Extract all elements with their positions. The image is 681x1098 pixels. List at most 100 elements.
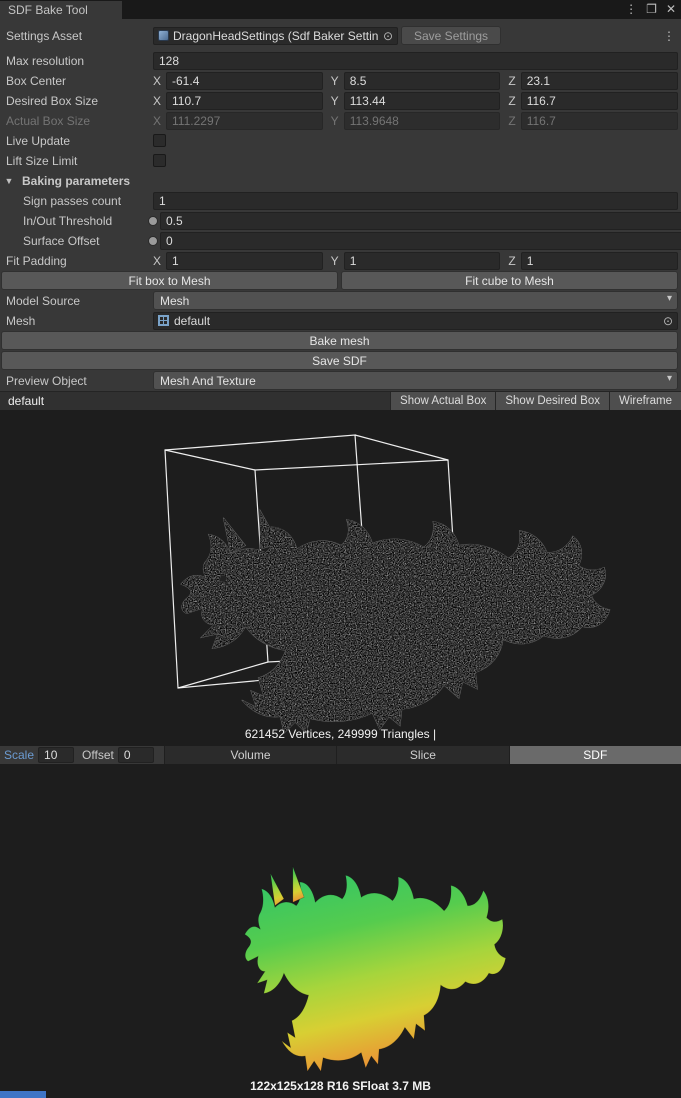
fit-cube-to-mesh-button[interactable]: Fit cube to Mesh (341, 271, 678, 290)
in-out-threshold-label: In/Out Threshold (1, 214, 153, 228)
settings-asset-icon (158, 30, 169, 41)
chevron-down-icon: ▾ (667, 293, 672, 304)
mesh-stats-text: 621452 Vertices, 249999 Triangles | (0, 727, 681, 741)
dragon-sdf (245, 867, 506, 1071)
sign-passes-count-row: Sign passes count (1, 191, 678, 210)
surface-offset-label: Surface Offset (1, 234, 153, 248)
model-source-dropdown[interactable]: Mesh ▾ (153, 291, 678, 310)
sdf-stats-text: 122x125x128 R16 SFloat 3.7 MB (0, 1079, 681, 1093)
maximize-icon[interactable]: ❐ (646, 2, 657, 17)
preview-object-value: Mesh And Texture (160, 374, 256, 388)
sign-passes-count-input[interactable] (153, 192, 678, 210)
mesh-preview-canvas (0, 410, 681, 746)
bake-mesh-row: Bake mesh (1, 331, 678, 350)
save-settings-button[interactable]: Save Settings (401, 26, 501, 45)
tab-volume[interactable]: Volume (164, 746, 336, 764)
show-actual-box-button[interactable]: Show Actual Box (390, 392, 495, 410)
box-center-x-input[interactable] (166, 72, 323, 90)
fit-box-to-mesh-button[interactable]: Fit box to Mesh (1, 271, 338, 290)
box-center-label: Box Center (1, 74, 153, 88)
preview-object-label: Preview Object (1, 374, 153, 388)
bake-mesh-button[interactable]: Bake mesh (1, 331, 678, 350)
sign-passes-count-label: Sign passes count (1, 194, 153, 208)
lift-size-limit-row: Lift Size Limit (1, 151, 678, 170)
foldout-arrow-icon[interactable]: ▼ (1, 176, 17, 186)
settings-asset-row: Settings Asset DragonHeadSettings (Sdf B… (1, 26, 678, 45)
close-icon[interactable]: ✕ (666, 2, 676, 17)
offset-input[interactable] (118, 747, 154, 763)
x-axis-label: X (153, 114, 161, 128)
baking-parameters-foldout[interactable]: ▼ Baking parameters (1, 171, 678, 190)
fit-padding-x-input[interactable] (166, 252, 323, 270)
actual-box-size-y-field (344, 112, 501, 130)
actual-box-size-row: Actual Box Size X Y Z (1, 111, 678, 130)
mesh-row: Mesh default ⊙ (1, 311, 678, 330)
settings-kebab-icon[interactable]: ⋮ (660, 29, 678, 43)
preview-object-dropdown[interactable]: Mesh And Texture ▾ (153, 371, 678, 390)
settings-asset-field[interactable]: DragonHeadSettings (Sdf Baker Settin ⊙ (153, 27, 398, 45)
fit-padding-z-input[interactable] (521, 252, 678, 270)
max-resolution-label: Max resolution (1, 54, 153, 68)
desired-box-size-y-input[interactable] (344, 92, 501, 110)
desired-box-size-x-input[interactable] (166, 92, 323, 110)
progress-strip (0, 1091, 46, 1098)
show-desired-box-button[interactable]: Show Desired Box (495, 392, 609, 410)
desired-box-size-row: Desired Box Size X Y Z (1, 91, 678, 110)
object-picker-icon[interactable]: ⊙ (383, 29, 393, 43)
y-axis-label: Y (331, 114, 339, 128)
tab-sdf[interactable]: SDF (509, 746, 681, 764)
inspector-panel: Settings Asset DragonHeadSettings (Sdf B… (0, 19, 681, 391)
model-source-row: Model Source Mesh ▾ (1, 291, 678, 310)
mesh-preview-viewport[interactable]: 621452 Vertices, 249999 Triangles | (0, 410, 681, 746)
max-resolution-input[interactable] (153, 52, 678, 70)
save-sdf-button[interactable]: Save SDF (1, 351, 678, 370)
dragon-mesh (181, 510, 610, 733)
chevron-down-icon: ▾ (667, 373, 672, 384)
tab-slice[interactable]: Slice (336, 746, 508, 764)
offset-label[interactable]: Offset (74, 748, 118, 762)
model-source-value: Mesh (160, 294, 189, 308)
sdf-preview-viewport[interactable]: 122x125x128 R16 SFloat 3.7 MB (0, 764, 681, 1098)
lift-size-limit-label: Lift Size Limit (1, 154, 153, 168)
box-center-row: Box Center X Y Z (1, 71, 678, 90)
x-axis-label: X (153, 94, 161, 108)
settings-asset-value: DragonHeadSettings (Sdf Baker Settin (173, 29, 379, 43)
actual-box-size-label: Actual Box Size (1, 114, 153, 128)
preview-object-row: Preview Object Mesh And Texture ▾ (1, 371, 678, 390)
fit-padding-y-input[interactable] (344, 252, 501, 270)
mesh-icon (158, 315, 169, 326)
scale-label[interactable]: Scale (0, 748, 38, 762)
mesh-object-field[interactable]: default ⊙ (153, 312, 678, 330)
sdf-preview-canvas (0, 764, 681, 1098)
mesh-value: default (174, 314, 659, 328)
save-sdf-row: Save SDF (1, 351, 678, 370)
object-picker-icon[interactable]: ⊙ (663, 314, 673, 328)
box-center-z-input[interactable] (521, 72, 678, 90)
x-axis-label: X (153, 254, 161, 268)
live-update-row: Live Update (1, 131, 678, 150)
actual-box-size-z-field (521, 112, 678, 130)
model-source-label: Model Source (1, 294, 153, 308)
in-out-threshold-input[interactable] (160, 212, 681, 230)
z-axis-label: Z (508, 94, 515, 108)
desired-box-size-label: Desired Box Size (1, 94, 153, 108)
lift-size-limit-checkbox[interactable] (153, 154, 166, 167)
fit-buttons-row: Fit box to Mesh Fit cube to Mesh (1, 271, 678, 290)
in-out-threshold-row: In/Out Threshold (1, 211, 678, 230)
fit-padding-row: Fit Padding X Y Z (1, 251, 678, 270)
slider-thumb[interactable] (148, 236, 158, 246)
window-titlebar: SDF Bake Tool ⋮ ❐ ✕ (0, 0, 681, 19)
surface-offset-input[interactable] (160, 232, 681, 250)
scale-input[interactable] (38, 747, 74, 763)
slider-thumb[interactable] (148, 216, 158, 226)
surface-offset-row: Surface Offset (1, 231, 678, 250)
desired-box-size-z-input[interactable] (521, 92, 678, 110)
wireframe-button[interactable]: Wireframe (609, 392, 681, 410)
z-axis-label: Z (508, 114, 515, 128)
window-menu-icon[interactable]: ⋮ (625, 2, 637, 17)
live-update-checkbox[interactable] (153, 134, 166, 147)
box-center-y-input[interactable] (344, 72, 501, 90)
sdf-controls-bar: Scale Offset Volume Slice SDF (0, 746, 681, 764)
live-update-label: Live Update (1, 134, 153, 148)
window-tab[interactable]: SDF Bake Tool (0, 1, 122, 19)
